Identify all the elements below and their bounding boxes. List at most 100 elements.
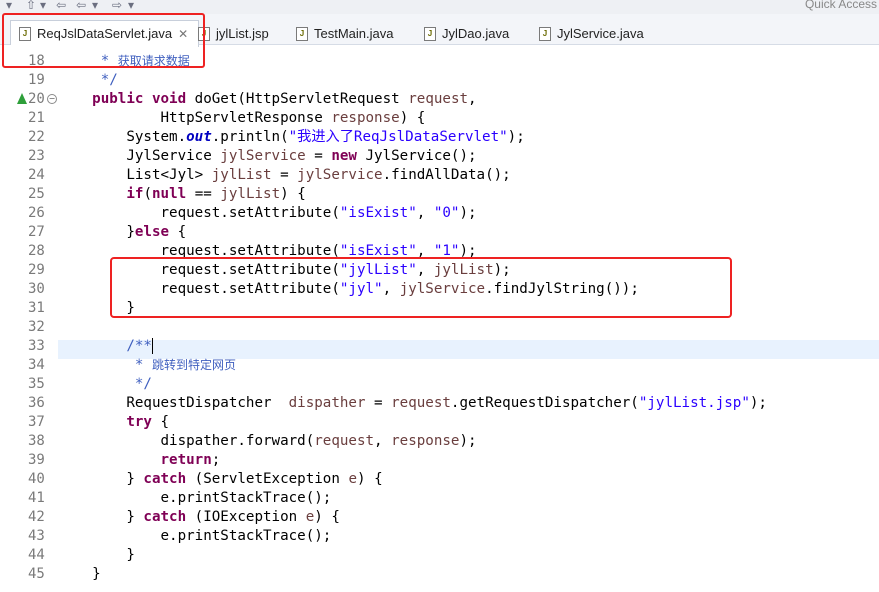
code-line[interactable]: 38 dispather.forward(request, response); [0, 432, 879, 451]
toolbar: ▾ ⇧ ▾ ⇦ ⇦ ▾ ⇨ ▾ Quick Access [0, 0, 879, 14]
line-number: 28 [28, 243, 45, 259]
code-line[interactable]: 24 List<Jyl> jylList = jylService.findAl… [0, 166, 879, 185]
code-line[interactable]: 36 RequestDispatcher dispather = request… [0, 394, 879, 413]
code-line[interactable]: 18 * 获取请求数据 [0, 52, 879, 71]
code-line[interactable]: 26 request.setAttribute("isExist", "0"); [0, 204, 879, 223]
code-line[interactable]: 31 } [0, 299, 879, 318]
line-number: 37 [28, 414, 45, 430]
line-number: 38 [28, 433, 45, 449]
code-line[interactable]: 44 } [0, 546, 879, 565]
code-line[interactable]: 30 request.setAttribute("jyl", jylServic… [0, 280, 879, 299]
tab-java-file-icon: J [19, 26, 31, 41]
line-number: 35 [28, 376, 45, 392]
code-line[interactable]: 23 JylService jylService = new JylServic… [0, 147, 879, 166]
code-text: public void doGet(HttpServletRequest req… [92, 91, 477, 107]
line-number: 18 [28, 53, 45, 69]
line-number: 44 [28, 547, 45, 563]
tab-jyllist-jsp[interactable]: JjylList.jsp [198, 23, 269, 45]
tab-testmain[interactable]: J TestMain.java [296, 23, 393, 45]
line-number: 40 [28, 471, 45, 487]
code-line[interactable]: 43 e.printStackTrace(); [0, 527, 879, 546]
line-number: 22 [28, 129, 45, 145]
tab-label: TestMain.java [314, 26, 394, 41]
tab-jyldao[interactable]: J JylDao.java [424, 23, 509, 45]
code-line[interactable]: 33 /** [0, 337, 879, 356]
code-line[interactable]: 45 } [0, 565, 879, 584]
line-number: 45 [28, 566, 45, 582]
code-text: if(null == jylList) { [126, 186, 306, 202]
code-text: e.printStackTrace(); [58, 490, 332, 506]
line-number: 42 [28, 509, 45, 525]
back-dropdown-icon[interactable]: ▾ [92, 0, 98, 12]
next-annotation-icon[interactable]: ⇧ [26, 0, 36, 12]
toolbar-dropdown-icon[interactable]: ▾ [6, 0, 12, 12]
code-text: /** [58, 338, 153, 354]
line-number: 39 [28, 452, 45, 468]
close-icon[interactable]: ✕ [178, 27, 188, 41]
code-text: } [58, 566, 101, 582]
line-number: 34 [28, 357, 45, 373]
code-text: List<Jyl> jylList = jylService.findAllDa… [58, 167, 511, 183]
code-line[interactable]: 29 request.setAttribute("jylList", jylLi… [0, 261, 879, 280]
next-annotation-dropdown-icon[interactable]: ▾ [40, 0, 46, 12]
back-icon[interactable]: ⇦ [76, 0, 86, 12]
override-marker-icon [17, 93, 27, 104]
quick-access-field[interactable]: Quick Access [805, 0, 877, 11]
code-line[interactable]: 42 } catch (IOException e) { [0, 508, 879, 527]
code-text: request.setAttribute("isExist", "1"); [58, 243, 477, 259]
line-number: 25 [28, 186, 45, 202]
code-text: * 获取请求数据 [58, 53, 190, 69]
line-number: 32 [28, 319, 45, 335]
code-text: }else { [58, 224, 187, 240]
code-line[interactable]: 20− public void doGet(HttpServletRequest… [0, 90, 879, 109]
code-text: request.setAttribute("jyl", jylService.f… [58, 281, 639, 297]
tab-jylservice[interactable]: J JylService.java [539, 23, 644, 45]
forward-icon[interactable]: ⇨ [112, 0, 122, 12]
code-line[interactable]: 21 HttpServletResponse response) { [0, 109, 879, 128]
code-line[interactable]: 35 */ [0, 375, 879, 394]
code-line[interactable]: 32 [0, 318, 879, 337]
fold-toggle-icon[interactable]: − [47, 94, 57, 104]
code-text: RequestDispatcher dispather = request.ge… [58, 395, 767, 411]
code-text: System.out.println("我进入了ReqJslDataServle… [58, 129, 525, 145]
tab-java-file-icon: J [424, 26, 436, 41]
code-line[interactable]: 22 System.out.println("我进入了ReqJslDataSer… [0, 128, 879, 147]
code-text: request.setAttribute("isExist", "0"); [58, 205, 477, 221]
code-line[interactable]: 19 */ [0, 71, 879, 90]
code-text: */ [58, 72, 118, 88]
code-text: */ [58, 376, 152, 392]
line-number: 26 [28, 205, 45, 221]
code-line[interactable]: 27 }else { [0, 223, 879, 242]
line-number: 19 [28, 72, 45, 88]
tab-label: ReqJslDataServlet.java [37, 26, 173, 41]
code-line[interactable]: 37 try { [0, 413, 879, 432]
code-text: e.printStackTrace(); [58, 528, 332, 544]
code-line[interactable]: 40 } catch (ServletException e) { [0, 470, 879, 489]
forward-dropdown-icon[interactable]: ▾ [128, 0, 134, 12]
code-editor[interactable]: 18 * 获取请求数据 19 */20− public void doGet(Ht… [0, 45, 879, 592]
line-number: 29 [28, 262, 45, 278]
code-line[interactable]: 28 request.setAttribute("isExist", "1"); [0, 242, 879, 261]
code-text: HttpServletResponse response) { [58, 110, 426, 126]
line-number: 30 [28, 281, 45, 297]
code-text: JylService jylService = new JylService()… [58, 148, 477, 164]
code-text: } [58, 300, 135, 316]
code-text: } catch (ServletException e) { [58, 471, 383, 487]
code-line[interactable]: 41 e.printStackTrace(); [0, 489, 879, 508]
code-line[interactable]: 34 * 跳转到特定网页 [0, 356, 879, 375]
line-number: 31 [28, 300, 45, 316]
tab-java-file-icon: J [539, 26, 551, 41]
code-text: try { [126, 414, 170, 430]
editor-tab-bar: J ReqJslDataServlet.java ✕ JjylList.jsp JT… [0, 14, 879, 47]
line-number: 41 [28, 490, 45, 506]
tab-label: JylService.java [557, 26, 644, 41]
code-line[interactable]: 39 return; [0, 451, 879, 470]
line-number: 33 [28, 338, 45, 354]
line-number: 23 [28, 148, 45, 164]
line-number: 24 [28, 167, 45, 183]
code-text: dispather.forward(request, response); [58, 433, 477, 449]
code-text: request.setAttribute("jylList", jylList)… [58, 262, 511, 278]
code-line[interactable]: 25 if(null == jylList) { [0, 185, 879, 204]
previous-annotation-icon[interactable]: ⇦ [56, 0, 66, 12]
tab-reqjsldataservlet[interactable]: J ReqJslDataServlet.java ✕ [10, 20, 200, 47]
